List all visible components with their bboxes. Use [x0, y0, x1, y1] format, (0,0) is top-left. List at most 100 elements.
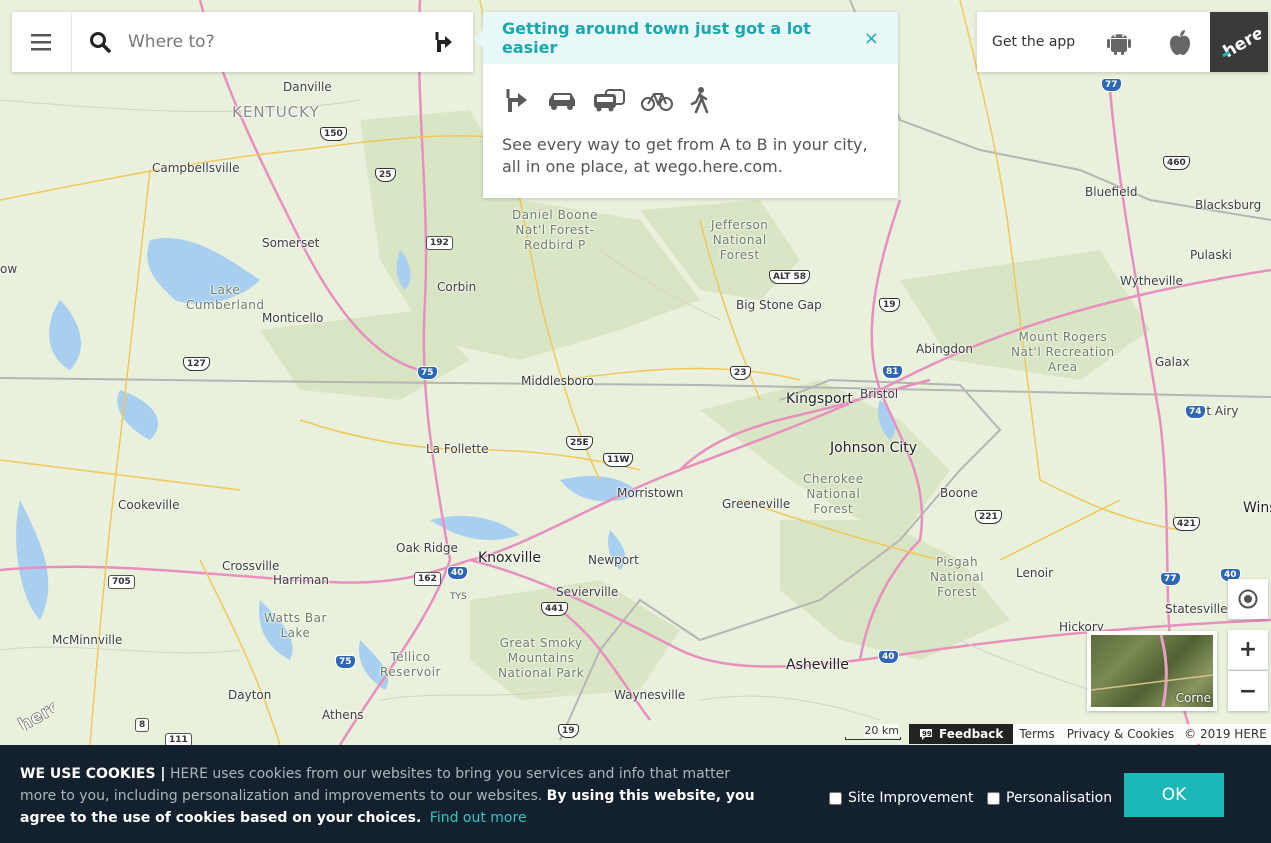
place-label: Corbin	[437, 280, 477, 294]
place-label: Johnson City	[830, 440, 918, 456]
place-label: Bluefield	[1085, 185, 1138, 199]
road-shield: 75	[335, 655, 356, 669]
road-shield: 81	[882, 365, 903, 379]
get-app-label: Get the app	[992, 34, 1076, 50]
here-logo-button[interactable]: here	[1209, 12, 1268, 72]
place-label: Kingsport	[786, 391, 853, 407]
feedback-label: Feedback	[939, 727, 1004, 741]
place-label: Lake Cumberland	[186, 283, 265, 312]
site-improvement-checkbox[interactable]	[829, 791, 842, 805]
android-button[interactable]	[1089, 12, 1149, 72]
airport-label: TYS	[450, 592, 467, 602]
directions-button[interactable]	[433, 30, 457, 58]
scale-line	[845, 737, 901, 740]
road-shield: 421	[1173, 517, 1200, 531]
promo-title: Getting around town just got a lot easie…	[502, 19, 811, 57]
promo-panel: Getting around town just got a lot easie…	[474, 12, 898, 198]
ok-button[interactable]: OK	[1124, 773, 1224, 817]
place-label: Harriman	[273, 573, 330, 587]
hamburger-icon	[30, 34, 51, 51]
satellite-minimap[interactable]: Corne	[1087, 631, 1217, 711]
directions-icon	[435, 32, 452, 52]
road-shield: 111	[165, 733, 192, 745]
personalisation-option[interactable]: Personalisation	[987, 790, 1112, 806]
promo-header: Getting around town just got a lot easie…	[483, 12, 898, 64]
road-shield: 25E	[566, 436, 593, 450]
road-shield: 441	[541, 602, 568, 616]
search-box	[12, 12, 473, 72]
menu-button[interactable]	[12, 12, 72, 72]
road-shield: 23	[730, 366, 751, 380]
place-label: Newport	[588, 553, 639, 567]
road-shield: 11W	[603, 453, 634, 467]
close-icon[interactable]: ×	[864, 28, 879, 49]
road-shield: 40	[878, 650, 899, 664]
road-shield: 150	[320, 127, 347, 141]
scale-label: 20 km	[864, 724, 899, 737]
place-label: Bristol	[860, 387, 899, 401]
road-shield: 40	[447, 566, 468, 580]
place-label: Big Stone Gap	[736, 298, 822, 312]
place-label: La Follette	[426, 442, 489, 456]
transport-modes	[483, 64, 898, 120]
place-label: Cherokee National Forest	[803, 472, 864, 516]
road-shield: 162	[414, 572, 441, 586]
place-label: Cookeville	[118, 498, 180, 512]
place-label: Danville	[283, 80, 332, 94]
place-label: Knoxville	[478, 550, 542, 566]
place-label: Lenoir	[1016, 566, 1054, 580]
place-label: Pisgah National Forest	[930, 555, 985, 599]
place-label: Somerset	[262, 236, 320, 250]
route-icon	[502, 86, 532, 118]
place-label: Statesville	[1165, 602, 1228, 616]
place-label: ow	[0, 262, 18, 276]
search-input[interactable]	[120, 22, 410, 62]
place-label: Wytheville	[1120, 274, 1183, 288]
scale-bar: 20 km	[843, 724, 903, 742]
place-label: Abingdon	[916, 342, 973, 356]
road-shield: 75	[417, 366, 438, 380]
transit-icon	[592, 86, 626, 118]
road-shield: 460	[1163, 156, 1190, 170]
app-bar: Get the app here	[977, 12, 1268, 72]
place-label: Great Smoky Mountains National Park	[498, 636, 585, 680]
cookie-banner: WE USE COOKIES | HERE uses cookies from …	[0, 745, 1271, 843]
feedback-button[interactable]: 99 Feedback	[909, 724, 1014, 744]
site-improvement-label: Site Improvement	[848, 790, 974, 806]
site-improvement-option[interactable]: Site Improvement	[829, 790, 974, 806]
place-label: Asheville	[786, 657, 849, 673]
place-label: Morristown	[617, 486, 684, 500]
road-shield: 8	[135, 718, 150, 732]
svg-text:here: here	[1220, 23, 1261, 62]
zoom-in-button[interactable]: +	[1228, 630, 1268, 670]
locate-icon	[1238, 589, 1258, 609]
cookie-heading: WE USE COOKIES |	[20, 766, 166, 782]
place-label: Monticello	[262, 311, 324, 325]
place-label: Crossville	[222, 559, 280, 573]
place-label: Tellico Reservoir	[380, 650, 441, 679]
place-label: Athens	[322, 708, 364, 722]
place-label: Oak Ridge	[396, 541, 458, 555]
place-label: Greeneville	[722, 497, 791, 511]
terms-link[interactable]: Terms	[1013, 724, 1061, 744]
copyright-text: © 2019 HERE	[1180, 724, 1271, 744]
car-icon	[546, 86, 578, 118]
place-label: Wins	[1243, 500, 1271, 516]
place-label: Sevierville	[556, 585, 619, 599]
road-shield: 77	[1160, 572, 1181, 586]
apple-button[interactable]	[1149, 12, 1209, 72]
place-label: Campbellsville	[152, 161, 240, 175]
locate-button[interactable]	[1228, 579, 1268, 619]
place-label: Dayton	[228, 688, 272, 702]
personalisation-label: Personalisation	[1006, 790, 1113, 806]
zoom-out-button[interactable]: −	[1228, 671, 1268, 711]
minimap-label: Corne	[1175, 691, 1211, 705]
feedback-icon: 99	[920, 728, 932, 740]
place-label: Daniel Boone Nat'l Forest- Redbird P	[512, 208, 598, 252]
privacy-link[interactable]: Privacy & Cookies	[1060, 724, 1181, 744]
road-shield: 77	[1101, 78, 1122, 92]
personalisation-checkbox[interactable]	[987, 791, 1000, 805]
promo-text: See every way to get from A to B in your…	[502, 135, 868, 176]
bike-icon	[640, 86, 674, 118]
find-out-more-link[interactable]: Find out more	[430, 810, 527, 826]
